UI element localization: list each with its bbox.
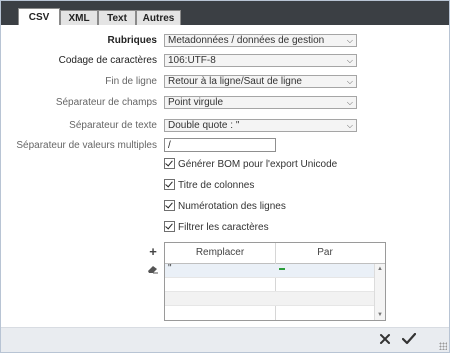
rubriques-value: Metadonnées / données de gestion (168, 35, 325, 46)
codage-value: 106:UTF-8 (168, 55, 216, 66)
rubriques-label: Rubriques (107, 35, 157, 46)
scroll-down-icon[interactable]: ▼ (375, 311, 385, 319)
column-header-remplacer[interactable]: Remplacer (165, 243, 275, 263)
sep-texte-label: Séparateur de texte (69, 120, 157, 131)
chevron-down-icon: ⌵ (346, 77, 353, 86)
table-row[interactable]: " (165, 263, 374, 278)
dialog-footer (1, 327, 449, 352)
bom-label: Générer BOM pour l'export Unicode (178, 159, 338, 170)
tab-bar: CSV XML Text Autres (1, 1, 449, 25)
checkbox-checked-icon (164, 221, 175, 232)
filter-table: Remplacer Par " ▲ ▼ (164, 242, 386, 321)
titre-colonnes-label: Titre de colonnes (178, 180, 255, 191)
sep-texte-value: Double quote : " (168, 120, 240, 131)
resize-grip-icon[interactable] (439, 342, 447, 350)
fin-ligne-label: Fin de ligne (105, 76, 157, 87)
fin-ligne-value: Retour à la ligne/Saut de ligne (168, 76, 302, 87)
sep-texte-select[interactable]: Double quote : " ⌵ (164, 119, 357, 132)
sep-champs-select[interactable]: Point virgule ⌵ (164, 96, 357, 109)
remplacer-cell[interactable]: " (168, 263, 172, 274)
eraser-icon (148, 266, 158, 274)
fin-ligne-select[interactable]: Retour à la ligne/Saut de ligne ⌵ (164, 75, 357, 88)
add-row-button[interactable]: + (147, 245, 159, 258)
filtrer-label: Filtrer les caractères (178, 222, 269, 233)
table-row[interactable] (165, 292, 374, 306)
sep-multi-input[interactable] (164, 138, 276, 152)
checkbox-checked-icon (164, 179, 175, 190)
remove-row-button[interactable] (147, 264, 159, 276)
par-cell[interactable] (279, 268, 285, 270)
codage-select[interactable]: 106:UTF-8 ⌵ (164, 54, 357, 67)
chevron-down-icon: ⌵ (346, 56, 353, 65)
codage-label: Codage de caractères (58, 55, 157, 66)
bom-checkbox[interactable]: Générer BOM pour l'export Unicode (164, 158, 337, 170)
checkbox-checked-icon (164, 158, 175, 169)
checkbox-checked-icon (164, 200, 175, 211)
tab-xml[interactable]: XML (60, 10, 98, 25)
close-icon (380, 334, 390, 344)
table-scrollbar[interactable]: ▲ ▼ (374, 264, 385, 320)
sep-champs-value: Point virgule (168, 97, 224, 108)
sep-champs-label: Séparateur de champs (55, 97, 157, 108)
column-header-par[interactable]: Par (276, 243, 374, 263)
table-row[interactable] (165, 278, 374, 292)
rubriques-select[interactable]: Metadonnées / données de gestion ⌵ (164, 34, 357, 47)
numerotation-checkbox[interactable]: Numérotation des lignes (164, 200, 286, 212)
tab-text[interactable]: Text (98, 10, 136, 25)
chevron-down-icon: ⌵ (346, 36, 353, 45)
titre-colonnes-checkbox[interactable]: Titre de colonnes (164, 179, 254, 191)
scroll-up-icon[interactable]: ▲ (375, 265, 385, 273)
numerotation-label: Numérotation des lignes (178, 201, 286, 212)
tab-autres[interactable]: Autres (136, 10, 181, 25)
filtrer-checkbox[interactable]: Filtrer les caractères (164, 221, 269, 233)
tab-csv[interactable]: CSV (18, 8, 60, 25)
cancel-button[interactable] (378, 333, 392, 347)
export-settings-window: CSV XML Text Autres Rubriques Metadonnée… (0, 0, 450, 353)
ok-button[interactable] (401, 332, 417, 347)
check-icon (401, 332, 417, 345)
chevron-down-icon: ⌵ (346, 121, 353, 130)
chevron-down-icon: ⌵ (346, 98, 353, 107)
table-row[interactable] (165, 306, 374, 319)
sep-multi-label: Séparateur de valeurs multiples (16, 140, 157, 151)
